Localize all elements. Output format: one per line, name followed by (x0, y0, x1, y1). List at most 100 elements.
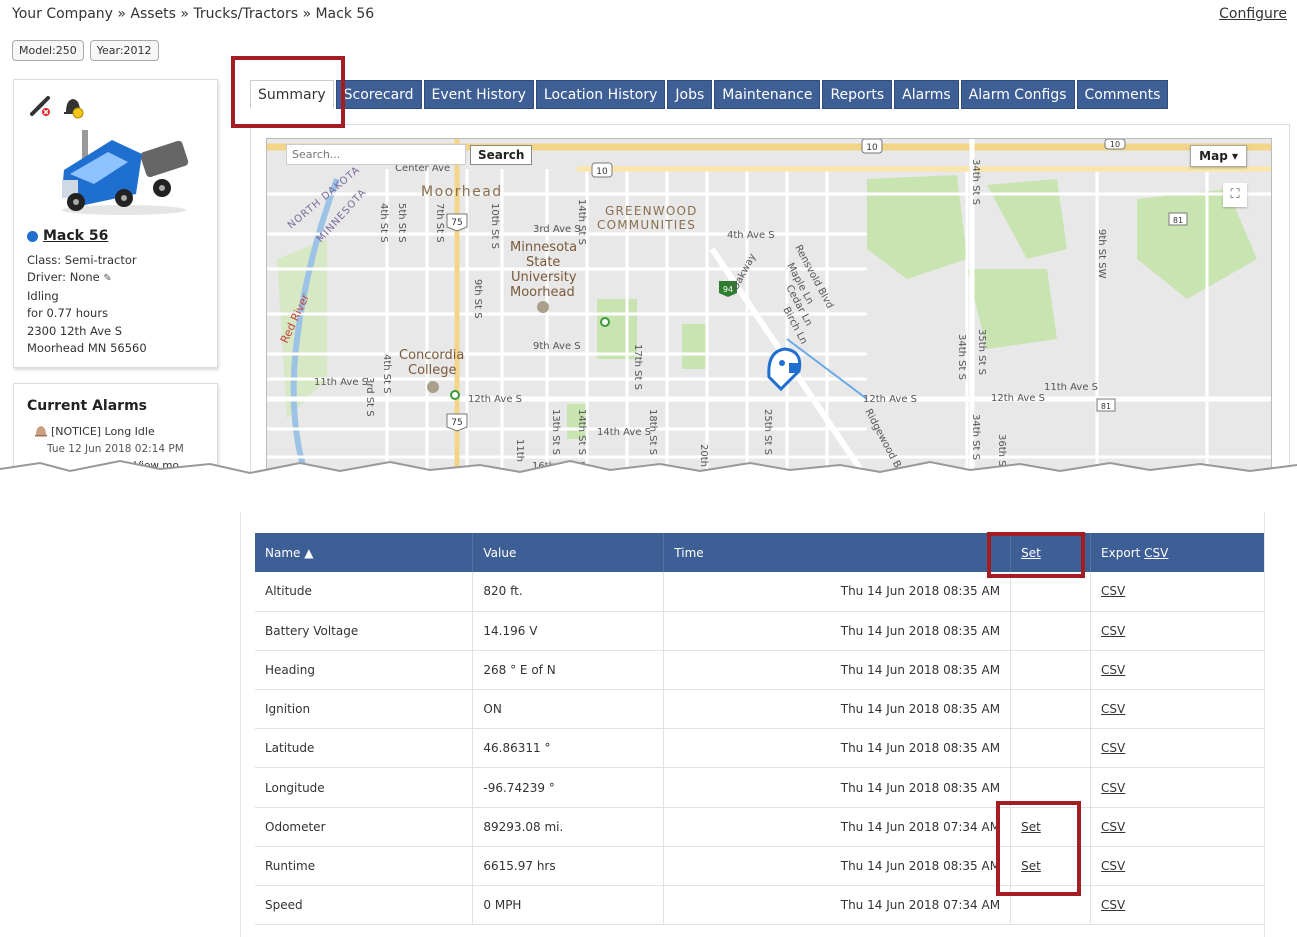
row-value: 6615.97 hrs (472, 846, 665, 887)
poi-icon (600, 317, 610, 327)
asset-address-line1: 2300 12th Ave S (27, 323, 123, 338)
row-export: CSV (1090, 846, 1264, 887)
column-header-time[interactable]: Time (663, 533, 1012, 572)
status-dot-icon (27, 230, 38, 242)
tab-jobs[interactable]: Jobs (667, 80, 713, 109)
asset-driver-row: Driver: None ✎ (27, 269, 147, 287)
table-header-row: Name ▲ Value Time Set Export CSV (255, 533, 1264, 572)
row-value: 268 ° E of N (472, 650, 665, 691)
map-label-35th-st: 35th St S (976, 329, 987, 375)
table-row: Ignition ON Thu 14 Jun 2018 08:35 AM CSV (255, 689, 1264, 730)
row-csv-link[interactable]: CSV (1101, 624, 1125, 638)
row-value: 46.86311 ° (472, 728, 665, 769)
svg-text:81: 81 (1101, 402, 1111, 411)
asset-driver: Driver: None (27, 270, 100, 285)
tab-alarm-configs[interactable]: Alarm Configs (960, 80, 1075, 109)
row-csv-link[interactable]: CSV (1101, 859, 1125, 873)
asset-state: Idling (27, 288, 59, 303)
tab-maintenance[interactable]: Maintenance (714, 80, 821, 109)
tab-reports[interactable]: Reports (822, 80, 893, 109)
table-row: Battery Voltage 14.196 V Thu 14 Jun 2018… (255, 611, 1264, 651)
maintenance-tools-icon[interactable] (28, 94, 54, 120)
highlight-box-summary (231, 56, 345, 128)
sensor-data-panel: Name ▲ Value Time Set Export CSV Altitud… (240, 512, 1265, 937)
map-search-button[interactable]: Search (470, 145, 533, 165)
edit-pencil-icon[interactable]: ✎ (103, 273, 111, 284)
highlight-box-set-header (987, 532, 1085, 578)
map-park (867, 175, 967, 279)
row-csv-link[interactable]: CSV (1101, 663, 1125, 677)
semi-truck-icon (62, 130, 189, 215)
fullscreen-icon[interactable]: ⛶ (1223, 183, 1247, 207)
alarm-bell-icon[interactable] (62, 94, 86, 120)
row-name: Speed (255, 885, 474, 926)
vehicle-location-marker-icon[interactable] (767, 347, 802, 392)
row-csv-link[interactable]: CSV (1101, 820, 1125, 834)
asset-duration: for 0.77 hours (27, 306, 109, 321)
asset-address-line2: Moorhead MN 56560 (27, 341, 147, 356)
row-export: CSV (1090, 767, 1264, 808)
map-label-msu-1: Minnesota (510, 240, 577, 255)
map-label-9th-st-sw: 9th St SW (1096, 229, 1107, 279)
map-label-14th-st-a: 14th St S (576, 199, 587, 245)
poi-icon (427, 381, 439, 393)
map-canvas: 10 10 10 75 75 81 81 94 Moorhead GREENWO… (267, 139, 1271, 477)
map-search-input[interactable] (286, 144, 466, 165)
row-csv-link[interactable]: CSV (1101, 741, 1125, 755)
row-set (1010, 728, 1092, 769)
alarm-item[interactable]: [NOTICE] Long Idle (34, 424, 155, 438)
svg-text:75: 75 (451, 218, 462, 228)
column-header-name[interactable]: Name ▲ (255, 533, 474, 572)
row-export: CSV (1090, 728, 1264, 769)
map-label-12th-ave-a: 12th Ave S (468, 394, 522, 405)
table-row: Altitude 820 ft. Thu 14 Jun 2018 08:35 A… (255, 572, 1264, 612)
map-label-17th-st: 17th St S (632, 344, 643, 390)
row-csv-link[interactable]: CSV (1101, 898, 1125, 912)
row-csv-link[interactable]: CSV (1101, 584, 1125, 598)
map-label-msu-3: University (511, 270, 577, 285)
row-set (1010, 611, 1092, 651)
svg-text:10: 10 (866, 143, 878, 153)
hwy-81-shield-2: 81 (1096, 398, 1116, 412)
configure-link[interactable]: Configure (1219, 6, 1287, 22)
map-label-concordia-2: College (408, 363, 457, 378)
column-header-value[interactable]: Value (472, 533, 665, 572)
export-all-csv-link[interactable]: CSV (1144, 546, 1168, 560)
poi-icon (450, 390, 460, 400)
row-time: Thu 14 Jun 2018 08:35 AM (663, 611, 1012, 651)
tab-event-history[interactable]: Event History (423, 80, 534, 109)
tab-alarms[interactable]: Alarms (894, 80, 959, 109)
tab-scorecard[interactable]: Scorecard (335, 80, 422, 109)
svg-text:81: 81 (1173, 216, 1183, 225)
row-time: Thu 14 Jun 2018 08:35 AM (663, 728, 1012, 769)
map-label-4th-ave: 4th Ave S (727, 230, 775, 241)
location-map[interactable]: 10 10 10 75 75 81 81 94 Moorhead GREENWO… (266, 138, 1272, 478)
map-type-dropdown[interactable]: Map ▾ (1190, 145, 1247, 167)
tab-comments[interactable]: Comments (1076, 80, 1169, 109)
row-export: CSV (1090, 885, 1264, 926)
map-park (682, 324, 707, 369)
tab-location-history[interactable]: Location History (535, 80, 666, 109)
asset-name-link[interactable]: Mack 56 (43, 228, 108, 244)
row-csv-link[interactable]: CSV (1101, 702, 1125, 716)
export-label: Export (1101, 545, 1141, 560)
map-park (597, 299, 637, 359)
map-label-4th-st-a: 4th St S (378, 203, 389, 243)
row-value: 89293.08 mi. (472, 807, 665, 847)
map-label-concordia-1: Concordia (399, 348, 464, 363)
map-label-34th-st-c: 34th St S (970, 414, 981, 460)
asset-status-icons (28, 94, 86, 120)
row-name: Battery Voltage (255, 611, 474, 651)
row-time: Thu 14 Jun 2018 07:34 AM (663, 885, 1012, 926)
row-export: CSV (1090, 611, 1264, 651)
map-label-12th-ave-b: 12th Ave S (863, 394, 917, 405)
row-export: CSV (1090, 807, 1264, 847)
row-export: CSV (1090, 689, 1264, 730)
row-value: 14.196 V (472, 611, 665, 651)
map-label-4th-st-b: 4th St S (381, 354, 392, 394)
column-header-export: Export CSV (1090, 533, 1264, 572)
map-label-msu-2: State (526, 255, 560, 270)
row-name: Runtime (255, 846, 474, 887)
row-csv-link[interactable]: CSV (1101, 781, 1125, 795)
asset-name: Mack 56 (27, 228, 108, 244)
